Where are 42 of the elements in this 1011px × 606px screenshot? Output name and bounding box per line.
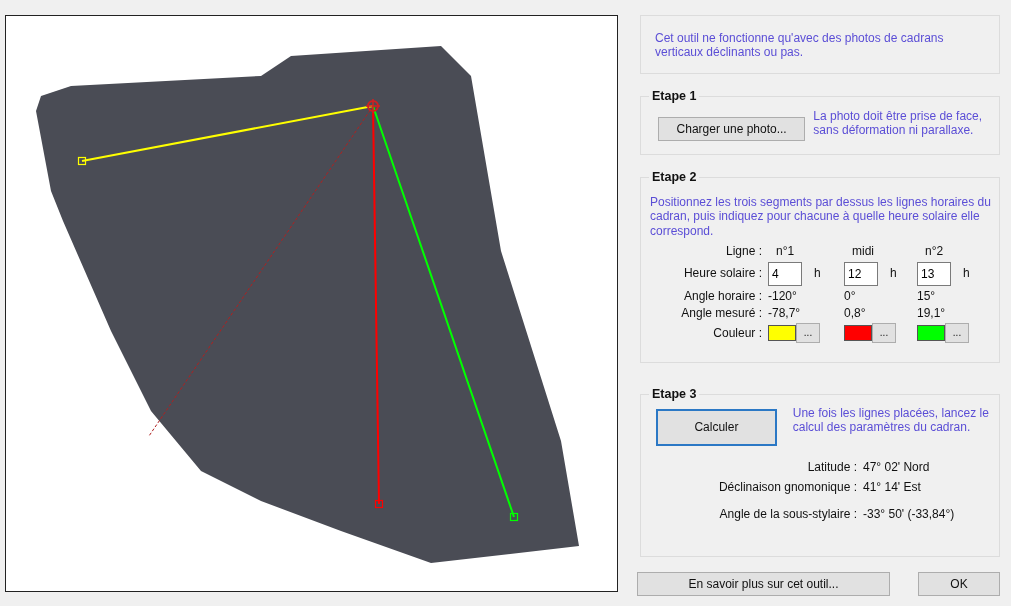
step-note: La photo doit être prise de face, sans déformation ni parallaxe. — [813, 109, 984, 140]
measured-angle-value: 0,8° — [844, 305, 866, 320]
hour-angle-value: 15° — [917, 288, 936, 303]
line-name: n°2 — [925, 244, 944, 259]
row-label: Heure solaire : — [682, 266, 763, 281]
hour-angle-value: 0° — [844, 288, 856, 303]
row-label: Ligne : — [724, 244, 763, 259]
result-value: -33° 50' (-33,84°) — [863, 506, 955, 521]
ok-button[interactable]: OK — [918, 572, 1000, 596]
info-text: Cet outil ne fonctionne qu'avec des photos de cadrans verticaux déclinants ou pas. — [655, 31, 945, 60]
result-label: Déclinaison gnomonique : — [718, 480, 857, 495]
hour-line-segment[interactable] — [372, 105, 519, 522]
step-note: Une fois les lignes placées, lancez le calcul des paramètres du cadran. — [792, 406, 989, 437]
color-picker-button[interactable]: ... — [796, 323, 820, 344]
step-note: Positionnez les trois segments par dessus les lignes horaires du cadran, puis indiquez pour chacune à quelle heure solaire elle correspond. — [650, 195, 992, 239]
measured-angle-value: 19,1° — [917, 305, 946, 320]
color-picker-button[interactable]: ... — [945, 323, 969, 344]
load-photo-button[interactable]: Charger une photo... — [658, 117, 806, 141]
row-label: Couleur : — [712, 326, 763, 341]
measured-angle-value: -78,7° — [768, 305, 801, 320]
row-label: Angle horaire : — [682, 288, 763, 303]
result-value: 47° 02' Nord — [863, 460, 930, 474]
learn-more-button[interactable]: En savoir plus sur cet outil... — [637, 572, 890, 596]
row-label: Angle mesuré : — [680, 305, 763, 321]
hour-input-field[interactable]: 13 — [917, 261, 951, 286]
unit-label: h — [963, 266, 970, 281]
pivot-handle-icon[interactable] — [365, 98, 381, 114]
result-value: 41° 14' Est — [863, 480, 921, 495]
line-name: midi — [852, 244, 874, 259]
hour-input-field[interactable]: 4 — [768, 261, 802, 286]
hour-input-field[interactable]: 12 — [844, 261, 878, 286]
group-title: Etape 3 — [649, 386, 700, 402]
unit-label: h — [890, 266, 897, 281]
line-name: n°1 — [776, 244, 795, 259]
hour-angle-value: -120° — [768, 288, 797, 303]
unit-label: h — [814, 266, 821, 281]
result-label: Latitude : — [807, 460, 857, 474]
color-picker-button[interactable]: ... — [872, 323, 896, 344]
result-label: Angle de la sous-stylaire : — [719, 506, 857, 521]
group-title: Etape 2 — [649, 169, 700, 185]
calculate-button[interactable]: Calculer — [656, 409, 777, 446]
group-title: Etape 1 — [649, 88, 700, 104]
